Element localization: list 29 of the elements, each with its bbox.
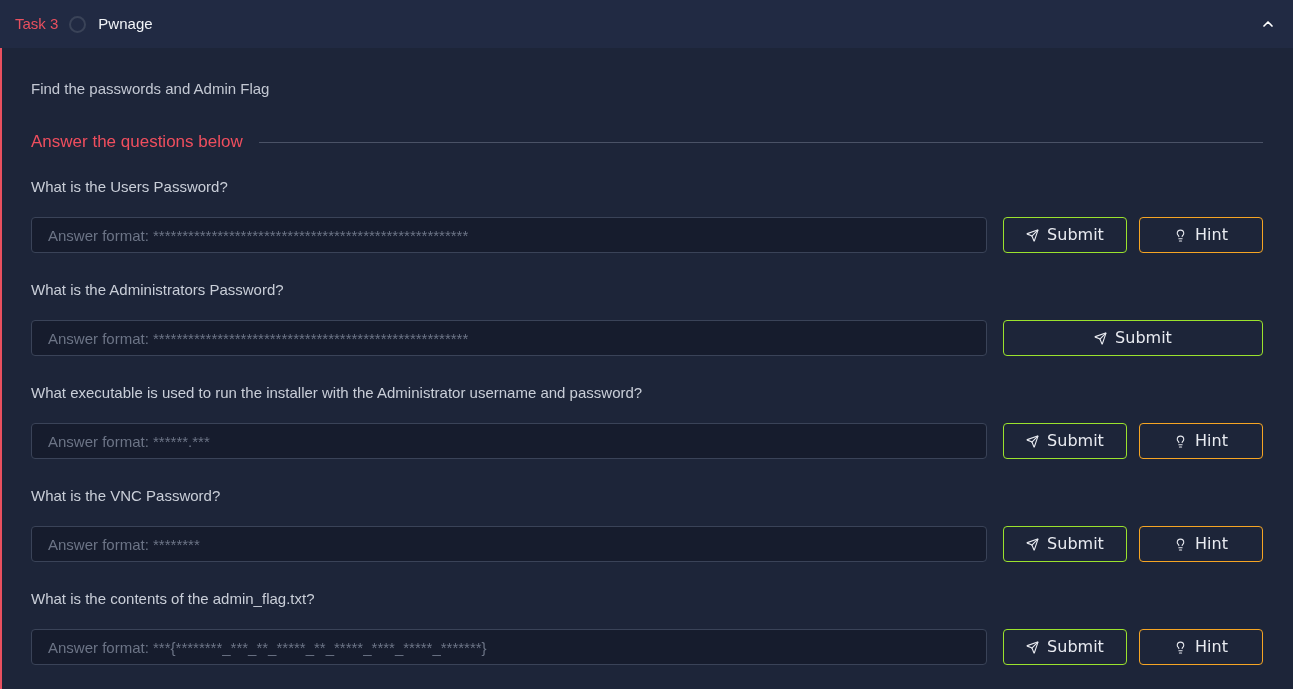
question-text: What executable is used to run the installer with the Administrator username and password? [31, 383, 644, 403]
hint-button[interactable]: Hint [1139, 217, 1263, 253]
question-text: What is the VNC Password? [31, 486, 222, 506]
answer-field[interactable]: Answer format: ***{********_***_**_*****_**_*****_****_*****_*******} [31, 629, 987, 665]
hint-button[interactable]: Hint [1139, 629, 1263, 665]
paper-plane-icon [1094, 331, 1108, 345]
section-heading: Answer the questions below [31, 131, 243, 153]
answer-field[interactable]: Answer format: ****************************************************** [31, 217, 987, 253]
task-description: Find the passwords and Admin Flag [31, 79, 271, 99]
paper-plane-icon [1026, 434, 1040, 448]
answer-field[interactable]: Answer format: ******.*** [31, 423, 987, 459]
question-text: What is the contents of the admin_flag.txt? [31, 589, 316, 609]
hint-button[interactable]: Hint [1139, 526, 1263, 562]
submit-button[interactable]: Submit [1003, 423, 1127, 459]
answer-field[interactable]: Answer format: ****************************************************** [31, 320, 987, 356]
paper-plane-icon [1026, 640, 1040, 654]
answer-field[interactable]: Answer format: ******** [31, 526, 987, 562]
submit-button[interactable]: Submit [1003, 217, 1127, 253]
task-number: Task 3 [15, 13, 59, 34]
question-text: What is the Administrators Password? [31, 280, 285, 300]
task-header[interactable]: Task 3 Pwnage [0, 0, 1293, 48]
submit-button[interactable]: Submit [1003, 320, 1263, 356]
question-text: What is the Users Password? [31, 177, 229, 197]
submit-button[interactable]: Submit [1003, 526, 1127, 562]
paper-plane-icon [1026, 537, 1040, 551]
paper-plane-icon [1026, 228, 1040, 242]
submit-button[interactable]: Submit [1003, 629, 1127, 665]
hint-button[interactable]: Hint [1139, 423, 1263, 459]
task-title: Pwnage [98, 13, 153, 34]
